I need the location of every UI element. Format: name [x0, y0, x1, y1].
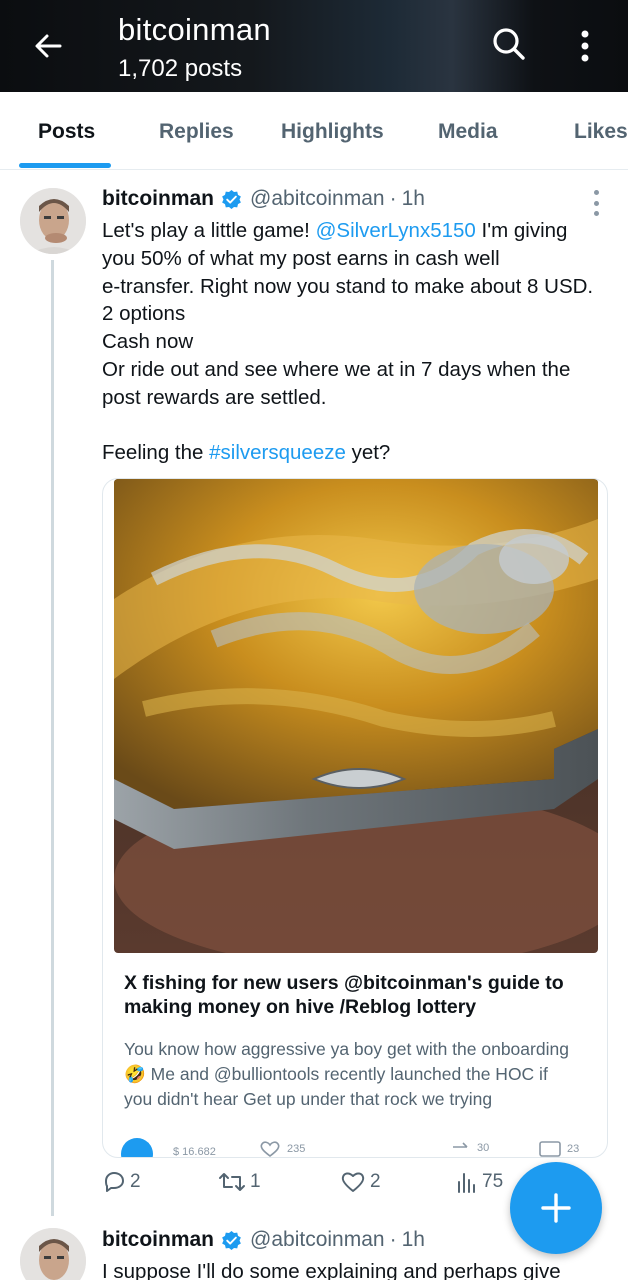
hashtag-link[interactable]: #silversqueeze	[209, 441, 346, 464]
card-stats: $ 16.682 235 30 23	[121, 1138, 591, 1158]
like-count: 2	[370, 1171, 381, 1192]
active-tab-indicator	[19, 163, 111, 168]
hive-logo-icon	[121, 1138, 153, 1157]
reply-icon	[105, 1172, 124, 1192]
author-name[interactable]: bitcoinman	[102, 187, 214, 211]
plus-icon	[541, 1193, 571, 1223]
post-header: bitcoinman @abitcoinman · 1h	[102, 187, 425, 211]
verified-badge-icon	[222, 189, 241, 209]
separator: ·	[389, 187, 397, 210]
post-header: bitcoinman @abitcoinman · 1h	[102, 1228, 425, 1252]
avatar[interactable]	[20, 188, 86, 254]
avatar-image	[20, 1228, 86, 1280]
avatar[interactable]	[20, 1228, 86, 1280]
card-desc-line: you didn't hear Get up under that rock w…	[124, 1089, 493, 1109]
post-text-segment: yet?	[345, 441, 391, 465]
post-more-button[interactable]	[586, 190, 606, 216]
reblog-icon	[453, 1142, 468, 1148]
post-line: Let's play a little game! @SilverLynx515…	[102, 217, 612, 245]
separator: ·	[389, 1228, 397, 1251]
tab-media[interactable]: Media	[438, 120, 498, 144]
post-line: you 50% of what my post earns in cash we…	[102, 246, 500, 270]
post-count: 1,702 posts	[118, 55, 243, 82]
post-text-segment: Let's play a little game!	[102, 219, 316, 242]
heart-icon	[341, 1172, 365, 1192]
post-text-segment: I'm giving	[475, 219, 568, 242]
post-body: Let's play a little game! @SilverLynx515…	[102, 217, 612, 467]
card-reblogs: 30	[451, 1141, 489, 1155]
repost-icon	[219, 1173, 245, 1191]
card-desc-line: You know how aggressive ya boy get with …	[124, 1039, 569, 1059]
post-time: 1h	[401, 187, 425, 210]
back-button[interactable]	[28, 26, 68, 66]
repost-count: 1	[250, 1171, 261, 1192]
author-handle[interactable]: @abitcoinman	[250, 187, 385, 211]
more-dot-icon	[593, 200, 599, 206]
post-text-segment: Feeling the	[102, 441, 210, 465]
tab-posts[interactable]: Posts	[38, 120, 95, 144]
post-line: Feeling the #silversqueeze yet?	[102, 439, 612, 467]
avatar-image	[20, 188, 86, 254]
card-image	[114, 479, 598, 953]
more-options-button[interactable]	[568, 24, 602, 68]
repost-button[interactable]: 1	[218, 1170, 261, 1194]
post-line: post rewards are settled.	[102, 385, 327, 409]
card-title-line: X fishing for new users @bitcoinman's gu…	[124, 972, 564, 994]
card-reblogs-count: 30	[477, 1142, 490, 1154]
tab-likes[interactable]: Likes	[574, 120, 628, 144]
post-time: 1h	[401, 1228, 425, 1251]
card-title[interactable]: X fishing for new users @bitcoinman's gu…	[124, 971, 594, 1019]
more-vertical-icon	[581, 30, 589, 62]
post-line: e-transfer. Right now you stand to make …	[102, 274, 594, 298]
like-button[interactable]: 2	[340, 1170, 381, 1194]
laughing-emoji-icon: 🤣	[124, 1064, 146, 1084]
back-arrow-icon	[35, 34, 62, 58]
thread-line	[51, 260, 54, 1216]
card-desc-segment: Me and @bulliontools recently launched t…	[145, 1064, 548, 1084]
post-line: Cash now	[102, 330, 194, 354]
compose-post-button[interactable]	[510, 1162, 602, 1254]
card-description: You know how aggressive ya boy get with …	[124, 1037, 594, 1112]
tab-highlights[interactable]: Highlights	[281, 120, 384, 144]
comment-icon	[539, 1141, 561, 1157]
author-handle[interactable]: @abitcoinman	[250, 1228, 385, 1252]
post-line: Or ride out and see where we at in 7 day…	[102, 357, 571, 381]
post-line: 2 options	[102, 302, 186, 326]
card-likes: 235	[259, 1141, 305, 1157]
verified-badge-icon	[222, 1230, 241, 1250]
view-count: 75	[482, 1171, 504, 1192]
card-title-line: making money on hive /Reblog lottery	[124, 996, 477, 1018]
search-icon	[493, 28, 525, 60]
card-comments-count: 23	[567, 1143, 580, 1155]
profile-title: bitcoinman	[118, 12, 271, 47]
silver-bee-coin-photo	[114, 479, 598, 953]
card-comments: 23	[539, 1141, 579, 1157]
author-name[interactable]: bitcoinman	[102, 1228, 214, 1252]
tab-replies[interactable]: Replies	[159, 120, 234, 144]
mention-link[interactable]: @SilverLynx5150	[316, 219, 476, 242]
more-dot-icon	[593, 211, 599, 216]
reply-count: 2	[130, 1171, 141, 1192]
card-desc-line: 🤣 Me and @bulliontools recently launched…	[124, 1062, 594, 1087]
link-preview-card[interactable]: X fishing for new users @bitcoinman's gu…	[102, 478, 608, 1158]
card-likes-count: 235	[287, 1143, 306, 1155]
payout-amount: $ 16.682	[173, 1146, 216, 1158]
post-body-preview: I suppose I'll do some explaining and pe…	[102, 1260, 561, 1280]
reply-button[interactable]: 2	[102, 1170, 141, 1194]
profile-tabs: Posts Replies Highlights Media Likes	[0, 92, 628, 170]
views-chart-icon	[458, 1173, 475, 1193]
views-button[interactable]: 75	[456, 1170, 503, 1194]
search-button[interactable]	[488, 24, 528, 64]
profile-header: bitcoinman 1,702 posts	[0, 0, 628, 92]
heart-icon	[260, 1141, 280, 1157]
more-dot-icon	[593, 190, 599, 195]
